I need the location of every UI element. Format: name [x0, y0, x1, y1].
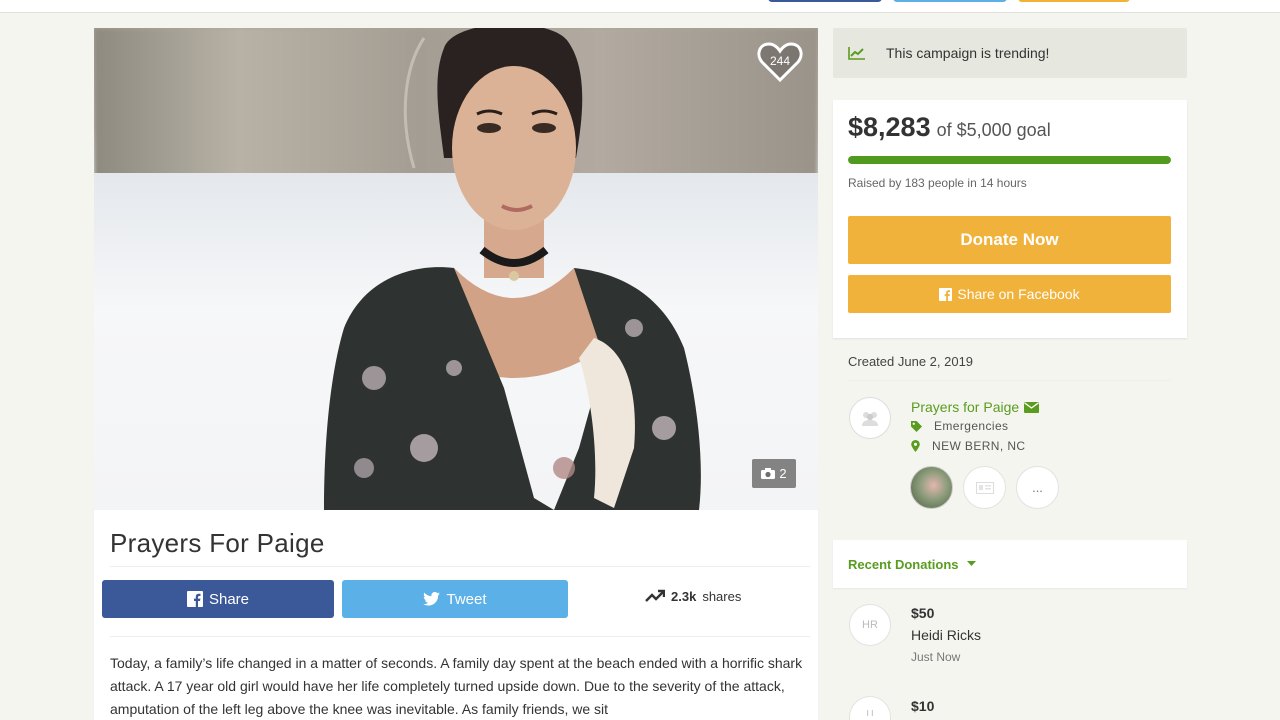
organizer-avatar[interactable] [849, 397, 891, 439]
like-heart-button[interactable]: 244 [756, 40, 804, 84]
header-twitter-button[interactable] [893, 0, 1007, 2]
donor-name: Heidi Ricks [911, 627, 982, 643]
trending-arrow-icon [645, 589, 665, 602]
tweet-button[interactable]: Tweet [342, 580, 568, 618]
shares-suffix: shares [702, 588, 742, 604]
donor-avatar: HR [849, 604, 891, 646]
top-header-strip [0, 0, 1280, 13]
raised-by-text: Raised by 183 people in 14 hours [848, 176, 1027, 190]
photo-count-text: 2 [779, 466, 787, 481]
like-count: 244 [769, 54, 791, 68]
recent-donations-label: Recent Donations [848, 556, 959, 572]
campaign-hero-image[interactable] [94, 28, 818, 510]
team-members-row: ... [910, 466, 1059, 509]
facebook-icon [939, 287, 953, 301]
share-on-facebook-label: Share on Facebook [957, 286, 1080, 302]
team-member-avatar[interactable] [910, 466, 953, 509]
facebook-share-button[interactable]: Share [102, 580, 334, 618]
category-label: Emergencies [934, 419, 1009, 433]
shares-count: 2.3k [671, 588, 697, 604]
share-on-facebook-button[interactable]: Share on Facebook [848, 275, 1171, 313]
donation-time: Just Now [911, 650, 961, 664]
envelope-icon[interactable] [1024, 401, 1040, 413]
raised-summary: $8,283 of $5,000 goal [848, 112, 1051, 143]
goal-progress-fill [848, 156, 1171, 164]
team-member-avatar-placeholder[interactable] [963, 466, 1006, 509]
category-row[interactable]: Emergencies [911, 419, 1008, 433]
twitter-icon [423, 592, 441, 606]
recent-donations-toggle[interactable]: Recent Donations [833, 540, 1187, 588]
campaign-title: Prayers For Paige [110, 528, 325, 558]
shares-counter: 2.3k shares [645, 586, 741, 606]
more-team-members-button[interactable]: ... [1016, 466, 1059, 509]
donate-now-button[interactable]: Donate Now [848, 216, 1171, 264]
raised-amount: $8,283 [848, 112, 931, 142]
header-facebook-button[interactable] [768, 0, 882, 2]
created-divider [848, 380, 1171, 381]
donation-amount: $50 [911, 605, 935, 621]
organizer-name-link[interactable]: Prayers for Paige [911, 399, 1040, 415]
campaign-story-text: Today, a family’s life changed in a matt… [110, 655, 803, 717]
tag-icon [911, 420, 922, 432]
header-donate-button[interactable] [1018, 0, 1130, 2]
title-divider [110, 566, 810, 567]
location-row: NEW BERN, NC [911, 439, 1025, 453]
trending-text: This campaign is trending! [886, 45, 1050, 61]
person-icon [867, 709, 873, 716]
organizer-name: Prayers for Paige [911, 399, 1020, 415]
tweet-label: Tweet [446, 590, 487, 608]
trending-banner: This campaign is trending! [833, 28, 1187, 78]
donor-avatar [849, 696, 891, 720]
hero-person-figure [324, 28, 701, 510]
group-icon [862, 412, 878, 426]
donation-amount: $10 [911, 698, 935, 714]
caret-down-icon [966, 561, 976, 566]
trending-chart-icon [848, 47, 865, 60]
goal-progress-bar [848, 156, 1171, 164]
created-date: Created June 2, 2019 [848, 354, 974, 369]
id-card-icon [975, 481, 994, 494]
facebook-share-label: Share [208, 590, 250, 608]
photo-gallery-button[interactable]: 2 [752, 459, 796, 488]
location-label: NEW BERN, NC [932, 439, 1026, 453]
facebook-icon [186, 591, 203, 607]
map-pin-icon [911, 440, 920, 452]
camera-icon [761, 468, 776, 479]
share-divider [110, 636, 810, 637]
goal-text: of $5,000 goal [936, 120, 1051, 140]
